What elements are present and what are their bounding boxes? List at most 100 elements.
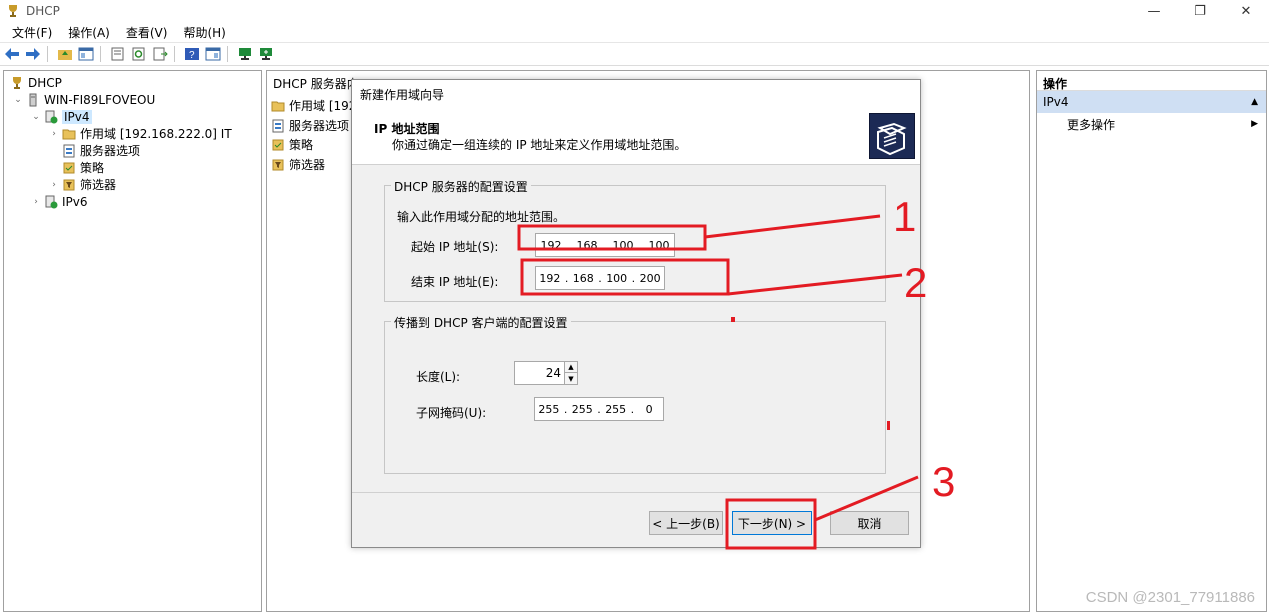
- filter-icon: [272, 159, 284, 170]
- tree-item-server[interactable]: ⌄ WIN-FI89LFOVEOU: [12, 91, 155, 108]
- list-item-filters[interactable]: 筛选器: [271, 155, 325, 174]
- end-ip-field[interactable]: 192. 168. 100. 200: [535, 266, 665, 290]
- ip-octet: 255: [605, 402, 627, 416]
- tree-item-label: 策略: [80, 161, 105, 175]
- export-list-icon[interactable]: [151, 45, 169, 63]
- length-label: 长度(L):: [416, 370, 461, 384]
- subnet-mask-field[interactable]: 255. 255. 255. 0: [534, 397, 664, 421]
- tree-item-label: DHCP: [28, 75, 62, 90]
- actions-header: 操作: [1037, 71, 1266, 91]
- wizard-titlebar: 新建作用域向导: [352, 80, 920, 108]
- start-ip-field[interactable]: 192. 168. 100. 100: [535, 233, 675, 257]
- dhcp-trophy-icon: [9, 5, 17, 17]
- next-button[interactable]: 下一步(N) >: [732, 511, 812, 535]
- actions-section-ipv4[interactable]: IPv4 ▲: [1037, 91, 1266, 113]
- submenu-arrow-icon: ▶: [1251, 119, 1258, 129]
- wizard-heading: IP 地址范围: [374, 122, 440, 136]
- chevron-down-icon[interactable]: ⌄: [12, 95, 24, 105]
- properties-icon[interactable]: [109, 45, 127, 63]
- wizard-title: 新建作用域向导: [360, 87, 445, 102]
- tree-item-label: 服务器选项: [80, 144, 141, 158]
- tree-item-ipv6[interactable]: › IPv6: [30, 193, 88, 210]
- toolbar: ?: [0, 42, 1269, 66]
- more-actions-label: 更多操作: [1067, 117, 1116, 132]
- tree-item-ipv4[interactable]: ⌄ IPv4: [30, 108, 92, 125]
- subnet-mask-label: 子网掩码(U):: [416, 406, 487, 420]
- spin-down-icon[interactable]: ▼: [564, 373, 577, 384]
- server-options-icon: [63, 144, 75, 157]
- dhcp-server-config-group: DHCP 服务器的配置设置 输入此作用域分配的地址范围。 起始 IP 地址(S)…: [384, 178, 886, 302]
- minimize-button[interactable]: —: [1131, 0, 1177, 22]
- menu-action[interactable]: 操作(A): [68, 24, 110, 41]
- ip-octet: 255: [538, 402, 560, 416]
- tree-item-server-options[interactable]: 服务器选项: [60, 142, 140, 159]
- more-actions-item[interactable]: 更多操作 ▶: [1037, 113, 1266, 135]
- ipv6-icon: [45, 195, 58, 208]
- server-monitor-icon[interactable]: [236, 45, 254, 63]
- prefix-length-stepper[interactable]: 24 ▲ ▼: [514, 361, 578, 385]
- refresh-icon[interactable]: [130, 45, 148, 63]
- toolbar-separator: [174, 46, 175, 62]
- cancel-button[interactable]: 取消: [830, 511, 909, 535]
- server-options-icon: [272, 119, 284, 132]
- chevron-right-icon[interactable]: ›: [48, 129, 60, 139]
- client-config-group: 传播到 DHCP 客户端的配置设置 长度(L): 24 ▲ ▼ 子网掩码(U):…: [384, 314, 886, 474]
- forward-arrow-icon[interactable]: [24, 45, 42, 63]
- folder-icon: [62, 129, 76, 139]
- dhcp-trophy-icon: [13, 76, 21, 89]
- tree-item-label: WIN-FI89LFOVEOU: [44, 92, 156, 107]
- ip-octet: 168: [576, 238, 598, 252]
- list-item-scope[interactable]: 作用域 [192.: [271, 96, 360, 115]
- chevron-right-icon[interactable]: ›: [30, 197, 42, 207]
- back-button[interactable]: < 上一步(B): [649, 511, 723, 535]
- title-bar: DHCP — ❐ ✕: [0, 0, 1269, 22]
- console-tree: DHCP ⌄ WIN-FI89LFOVEOU ⌄ IPv4 › 作用域 [192…: [3, 70, 262, 612]
- policy-icon: [63, 162, 75, 173]
- wizard-header: IP 地址范围 你通过确定一组连续的 IP 地址来定义作用域地址范围。: [352, 108, 920, 165]
- list-item-server-options[interactable]: 服务器选项: [271, 116, 349, 135]
- menu-help[interactable]: 帮助(H): [183, 24, 225, 41]
- tree-item-filters[interactable]: › 筛选器: [48, 176, 116, 193]
- up-folder-icon[interactable]: [56, 45, 74, 63]
- toolbar-separator: [47, 46, 48, 62]
- tree-item-dhcp[interactable]: DHCP: [8, 74, 62, 91]
- tree-item-label: 筛选器: [80, 178, 117, 192]
- show-hide-tree-icon[interactable]: [77, 45, 95, 63]
- policy-icon: [272, 139, 284, 150]
- server-icon: [29, 93, 37, 106]
- tree-item-label: IPv6: [62, 194, 88, 209]
- menu-view[interactable]: 查看(V): [126, 24, 168, 41]
- menu-bar: 文件(F) 操作(A) 查看(V) 帮助(H): [0, 22, 1269, 42]
- tree-item-label: IPv4: [62, 109, 92, 124]
- list-item-policies[interactable]: 策略: [271, 135, 313, 154]
- server-add-icon[interactable]: [257, 45, 275, 63]
- ip-octet: 0: [645, 402, 653, 416]
- ip-octet: 200: [639, 271, 661, 285]
- ip-octet: 100: [648, 238, 670, 252]
- annotation-number-2: 2: [904, 259, 928, 306]
- back-arrow-icon[interactable]: [3, 45, 21, 63]
- menu-file[interactable]: 文件(F): [12, 24, 52, 41]
- spin-up-icon[interactable]: ▲: [564, 362, 577, 373]
- watermark: CSDN @2301_77911886: [1085, 589, 1255, 606]
- tree-item-scope[interactable]: › 作用域 [192.168.222.0] IT: [48, 125, 231, 142]
- toolbar-separator: [227, 46, 228, 62]
- chevron-right-icon[interactable]: ›: [48, 180, 60, 190]
- show-hide-action-pane-icon[interactable]: [204, 45, 222, 63]
- ip-octet: 168: [572, 271, 594, 285]
- close-button[interactable]: ✕: [1223, 0, 1269, 22]
- ip-octet: 192: [539, 271, 561, 285]
- start-ip-label: 起始 IP 地址(S):: [411, 240, 499, 254]
- filter-icon: [63, 179, 75, 190]
- ipv4-icon: [45, 110, 58, 123]
- tree-item-policies[interactable]: 策略: [60, 159, 104, 176]
- group-legend: DHCP 服务器的配置设置: [391, 178, 531, 195]
- help-icon[interactable]: ?: [183, 45, 201, 63]
- ip-octet: 255: [571, 402, 593, 416]
- svg-text:?: ?: [189, 50, 195, 61]
- restore-button[interactable]: ❐: [1177, 0, 1223, 22]
- end-ip-label: 结束 IP 地址(E):: [411, 275, 499, 289]
- chevron-down-icon[interactable]: ⌄: [30, 112, 42, 122]
- collapse-up-icon[interactable]: ▲: [1251, 97, 1258, 107]
- new-scope-wizard: 新建作用域向导 IP 地址范围 你通过确定一组连续的 IP 地址来定义作用域地址…: [351, 79, 921, 548]
